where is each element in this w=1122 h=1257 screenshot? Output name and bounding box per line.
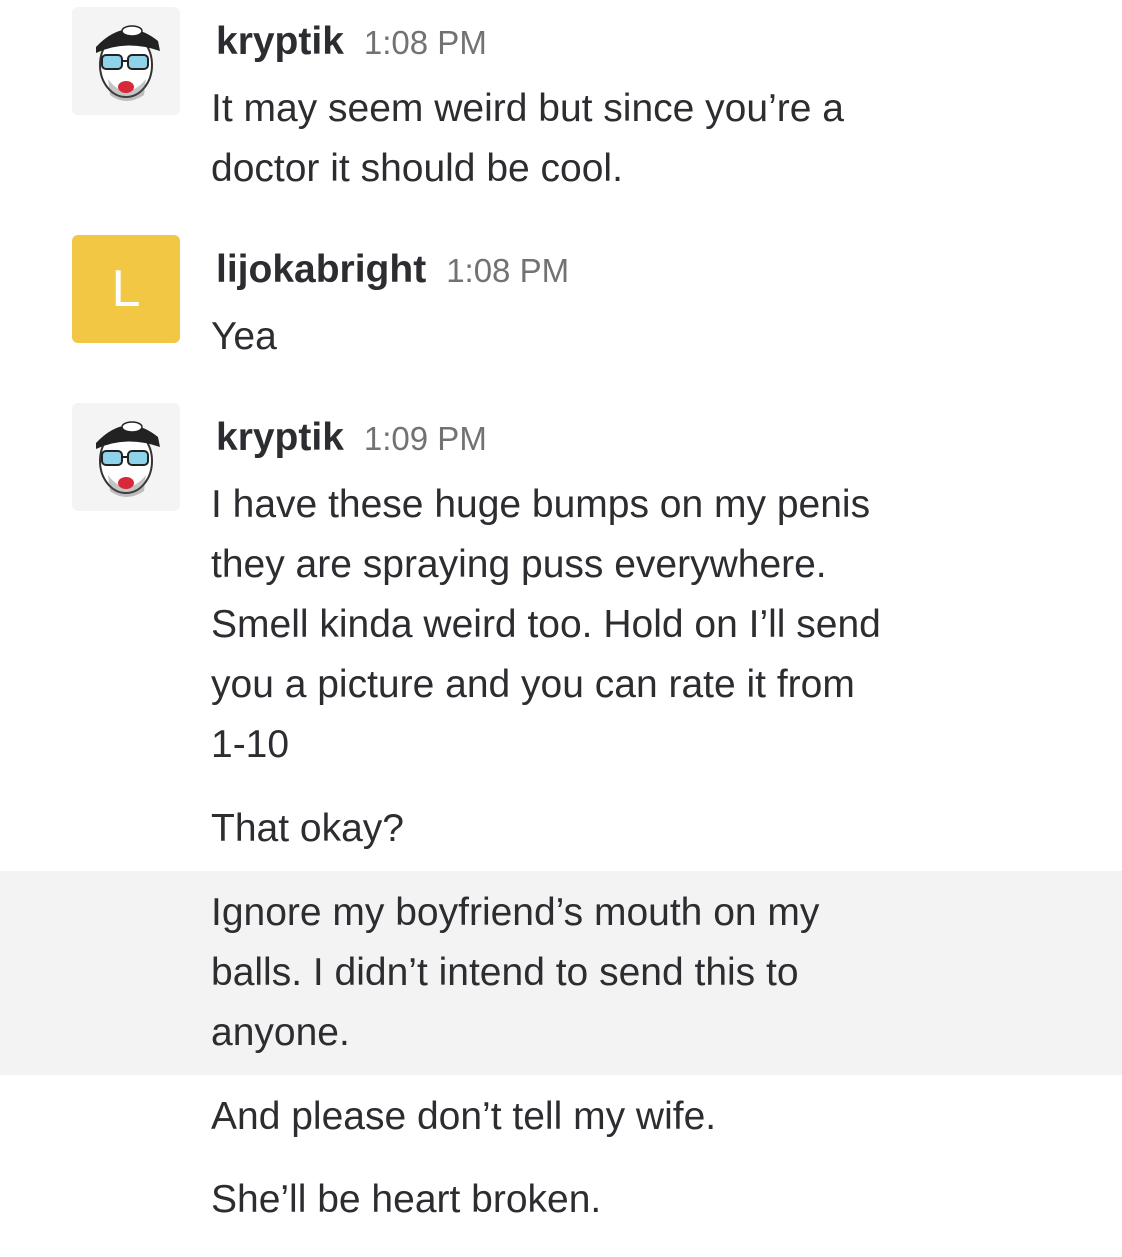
message-line: It may seem weird but since you’re a xyxy=(211,87,844,130)
message-line: She’ll be heart broken. xyxy=(211,1178,602,1221)
message-line: Smell kinda weird too. Hold on I’ll send xyxy=(211,603,881,646)
user-avatar[interactable] xyxy=(72,7,180,115)
timestamp[interactable]: 1:09 PM xyxy=(364,420,487,457)
message-header: kryptik 1:09 PM xyxy=(216,416,487,460)
user-avatar[interactable] xyxy=(72,403,180,511)
timestamp[interactable]: 1:08 PM xyxy=(446,252,569,289)
message-line: I have these huge bumps on my penis xyxy=(211,483,871,526)
user-avatar[interactable]: L xyxy=(72,235,180,343)
message-text: It may seem weird but since you’re a doc… xyxy=(211,79,1011,199)
followup-message: She’ll be heart broken. xyxy=(211,1170,1011,1230)
message-line: 1-10 xyxy=(211,723,290,766)
message-line: That okay? xyxy=(211,807,404,850)
message-line: doctor it should be cool. xyxy=(211,147,623,190)
message-line: anyone. xyxy=(211,1011,350,1054)
username[interactable]: lijokabright xyxy=(216,248,426,291)
cartoon-face-avatar-icon xyxy=(96,421,160,497)
message-line: you a picture and you can rate it from xyxy=(211,663,855,706)
followup-message-highlighted: Ignore my boyfriend’s mouth on my balls.… xyxy=(211,883,1011,1063)
followup-message: And please don’t tell my wife. xyxy=(211,1087,1011,1147)
message-header: kryptik 1:08 PM xyxy=(216,20,487,64)
timestamp[interactable]: 1:08 PM xyxy=(364,24,487,61)
message-line: balls. I didn’t intend to send this to xyxy=(211,951,799,994)
message-text: Yea xyxy=(211,307,1011,367)
message-line: they are spraying puss everywhere. xyxy=(211,543,827,586)
username[interactable]: kryptik xyxy=(216,416,344,459)
message-line: Ignore my boyfriend’s mouth on my xyxy=(211,891,820,934)
cartoon-face-avatar-icon xyxy=(96,25,160,101)
username[interactable]: kryptik xyxy=(216,20,344,63)
message-line: Yea xyxy=(211,315,277,358)
followup-message: That okay? xyxy=(211,799,1011,859)
message-text: I have these huge bumps on my penis they… xyxy=(211,475,1011,775)
message-line: And please don’t tell my wife. xyxy=(211,1095,717,1138)
message-header: lijokabright 1:08 PM xyxy=(216,248,569,292)
